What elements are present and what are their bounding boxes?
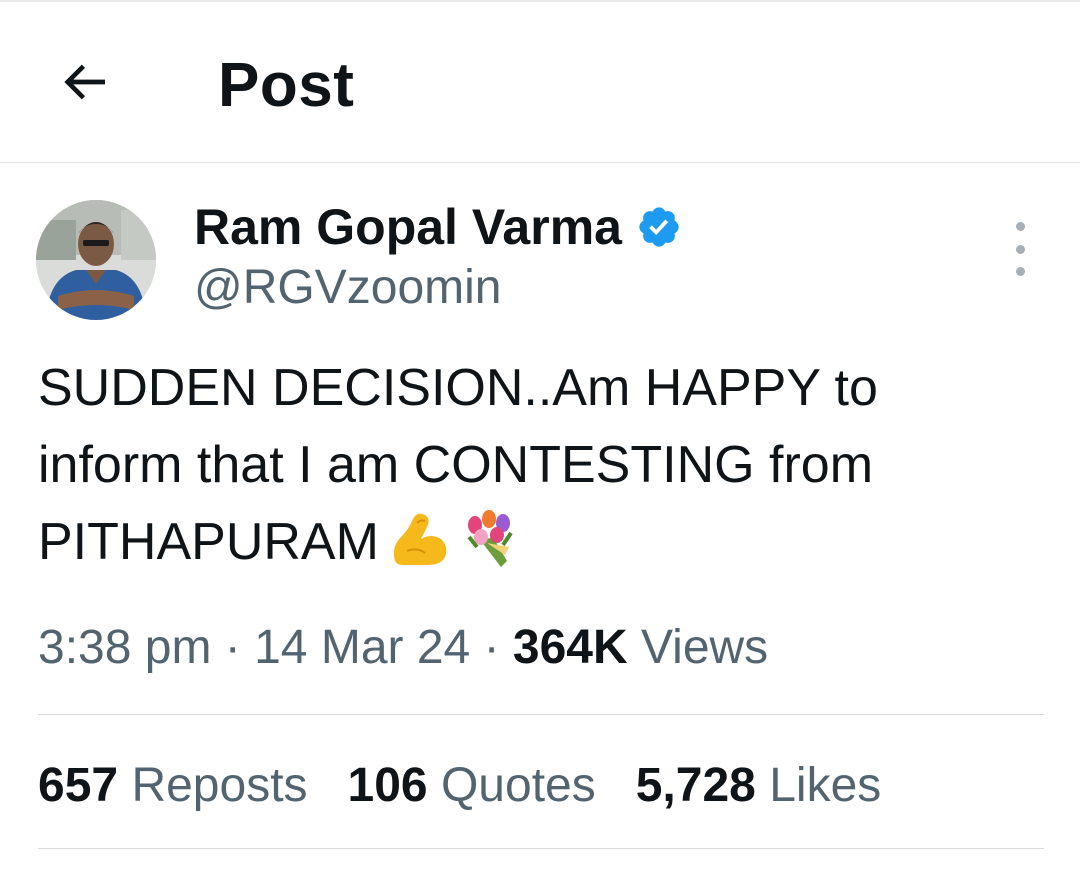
divider: [38, 848, 1044, 849]
likes-stat[interactable]: 5,728 Likes: [636, 756, 882, 816]
author-name[interactable]: Ram Gopal Varma: [194, 197, 622, 257]
post-line: inform that I am CONTESTING from: [38, 436, 874, 494]
divider: [38, 714, 1044, 715]
post-screen: Post Ram Gopal Varma @RGVzoomin SUDDEN D…: [0, 0, 1080, 876]
reposts-label: Reposts: [131, 759, 308, 812]
likes-label: Likes: [769, 759, 882, 812]
quotes-stat[interactable]: 106 Quotes: [348, 756, 596, 816]
reposts-count: 657: [38, 759, 119, 812]
post-line: SUDDEN DECISION..Am HAPPY to: [38, 359, 878, 417]
more-vertical-icon: [1015, 222, 1025, 231]
meta-separator: ·: [224, 621, 241, 674]
author-row: Ram Gopal Varma: [194, 196, 682, 258]
engagement-stats: 657 Reposts 106 Quotes 5,728 Likes: [38, 756, 921, 816]
likes-count: 5,728: [635, 759, 756, 812]
more-options-button[interactable]: [1000, 222, 1040, 276]
post-line-with-emoji: PITHAPURAM: [38, 504, 1048, 581]
views-label: Views: [641, 621, 769, 674]
avatar-image: [36, 200, 156, 320]
header-bar: Post: [0, 2, 1080, 163]
more-vertical-icon-dot: [1015, 267, 1025, 276]
more-vertical-icon-dot: [1015, 244, 1025, 254]
bouquet-icon: [459, 507, 523, 571]
meta-separator: ·: [483, 621, 500, 674]
arrow-left-icon: [64, 64, 105, 100]
page-title: Post: [218, 51, 355, 120]
quotes-label: Quotes: [440, 759, 596, 812]
verified-badge-icon: [636, 204, 682, 250]
flexed-biceps-icon: [387, 507, 451, 571]
reposts-stat[interactable]: 657 Reposts: [38, 756, 308, 816]
views-count: 364K: [512, 621, 628, 674]
back-button[interactable]: [52, 52, 116, 112]
post-text: SUDDEN DECISION..Am HAPPY to inform that…: [38, 350, 1048, 581]
author-handle[interactable]: @RGVzoomin: [194, 258, 501, 318]
post-meta: 3:38 pm · 14 Mar 24 · 364K Views: [38, 618, 768, 678]
quotes-count: 106: [347, 759, 428, 812]
post-date[interactable]: 14 Mar 24: [254, 621, 470, 674]
post-time[interactable]: 3:38 pm: [38, 621, 211, 674]
avatar[interactable]: [36, 200, 156, 320]
post-line: PITHAPURAM: [38, 513, 379, 571]
